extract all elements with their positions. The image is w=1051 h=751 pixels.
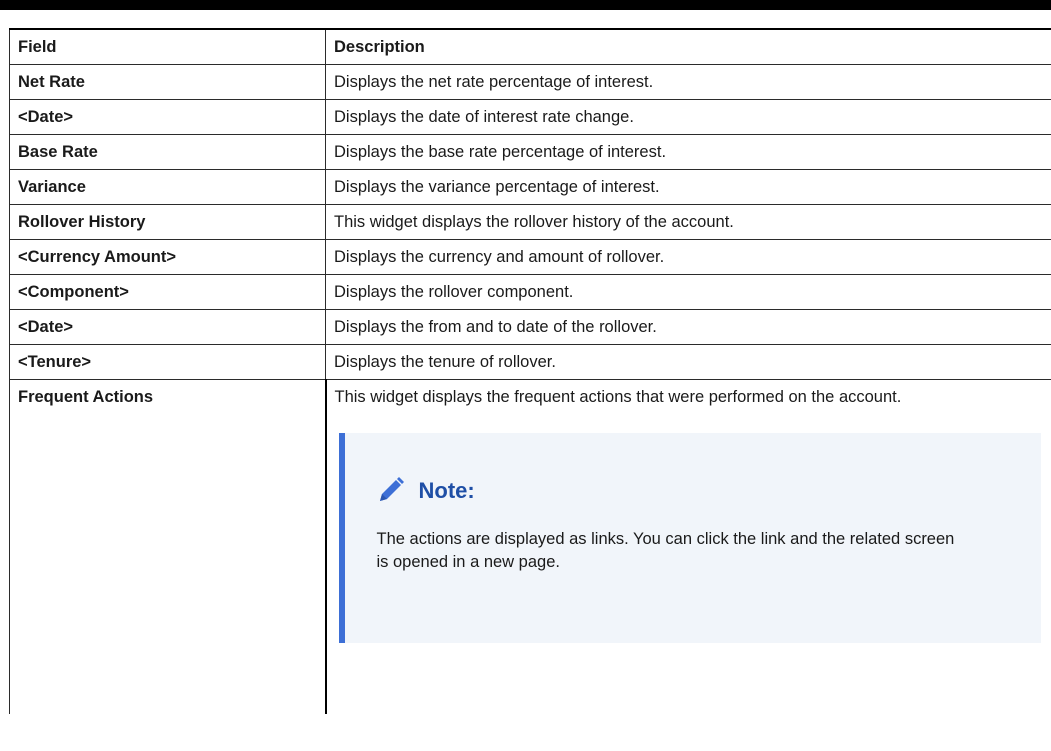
table-row: <Date> Displays the date of interest rat… [9, 99, 1051, 135]
table-row: <Tenure> Displays the tenure of rollover… [9, 344, 1051, 380]
table-row: Variance Displays the variance percentag… [9, 169, 1051, 205]
description-cell-with-note: This widget displays the frequent action… [324, 379, 1051, 714]
description-cell: Displays the from and to date of the rol… [325, 309, 1051, 345]
document-page: Field Description Net Rate Displays the … [0, 0, 1051, 751]
table-row: <Component> Displays the rollover compon… [9, 274, 1051, 310]
field-cell: Frequent Actions [9, 379, 326, 714]
top-rule [0, 0, 1051, 10]
description-cell: This widget displays the rollover histor… [325, 204, 1051, 240]
note-box: Note: The actions are displayed as links… [338, 433, 1041, 643]
table-row: Frequent Actions This widget displays th… [9, 379, 1051, 714]
pencil-icon [379, 477, 404, 501]
description-cell: Displays the net rate percentage of inte… [325, 64, 1051, 100]
field-cell: <Currency Amount> [9, 239, 326, 275]
field-cell: Variance [9, 169, 326, 205]
note-title: Note: [418, 477, 475, 503]
field-cell: <Date> [9, 99, 326, 135]
description-cell: Displays the currency and amount of roll… [325, 239, 1051, 275]
table-row: Net Rate Displays the net rate percentag… [9, 64, 1051, 100]
description-text: This widget displays the frequent action… [334, 388, 902, 406]
field-cell: Rollover History [9, 204, 326, 240]
field-cell: <Component> [9, 274, 326, 310]
description-cell: Displays the date of interest rate chang… [325, 99, 1051, 135]
table-row: <Date> Displays the from and to date of … [9, 309, 1051, 345]
field-cell: Net Rate [9, 64, 326, 100]
note-text: The actions are displayed as links. You … [376, 530, 955, 571]
table-header-row: Field Description [9, 28, 1051, 65]
field-cell: <Date> [9, 309, 326, 345]
header-description: Description [325, 28, 1051, 65]
field-cell: <Tenure> [9, 344, 326, 380]
table-row: <Currency Amount> Displays the currency … [9, 239, 1051, 275]
note-header: Note: [377, 473, 1031, 507]
header-field: Field [9, 28, 326, 65]
table-row: Rollover History This widget displays th… [9, 204, 1051, 240]
description-cell: Displays the variance percentage of inte… [325, 169, 1051, 205]
description-cell: Displays the rollover component. [325, 274, 1051, 310]
description-cell: Displays the base rate percentage of int… [325, 134, 1051, 170]
field-cell: Base Rate [9, 134, 326, 170]
description-cell: Displays the tenure of rollover. [325, 344, 1051, 380]
table-row: Base Rate Displays the base rate percent… [9, 134, 1051, 170]
field-description-table: Field Description Net Rate Displays the … [9, 28, 1051, 714]
